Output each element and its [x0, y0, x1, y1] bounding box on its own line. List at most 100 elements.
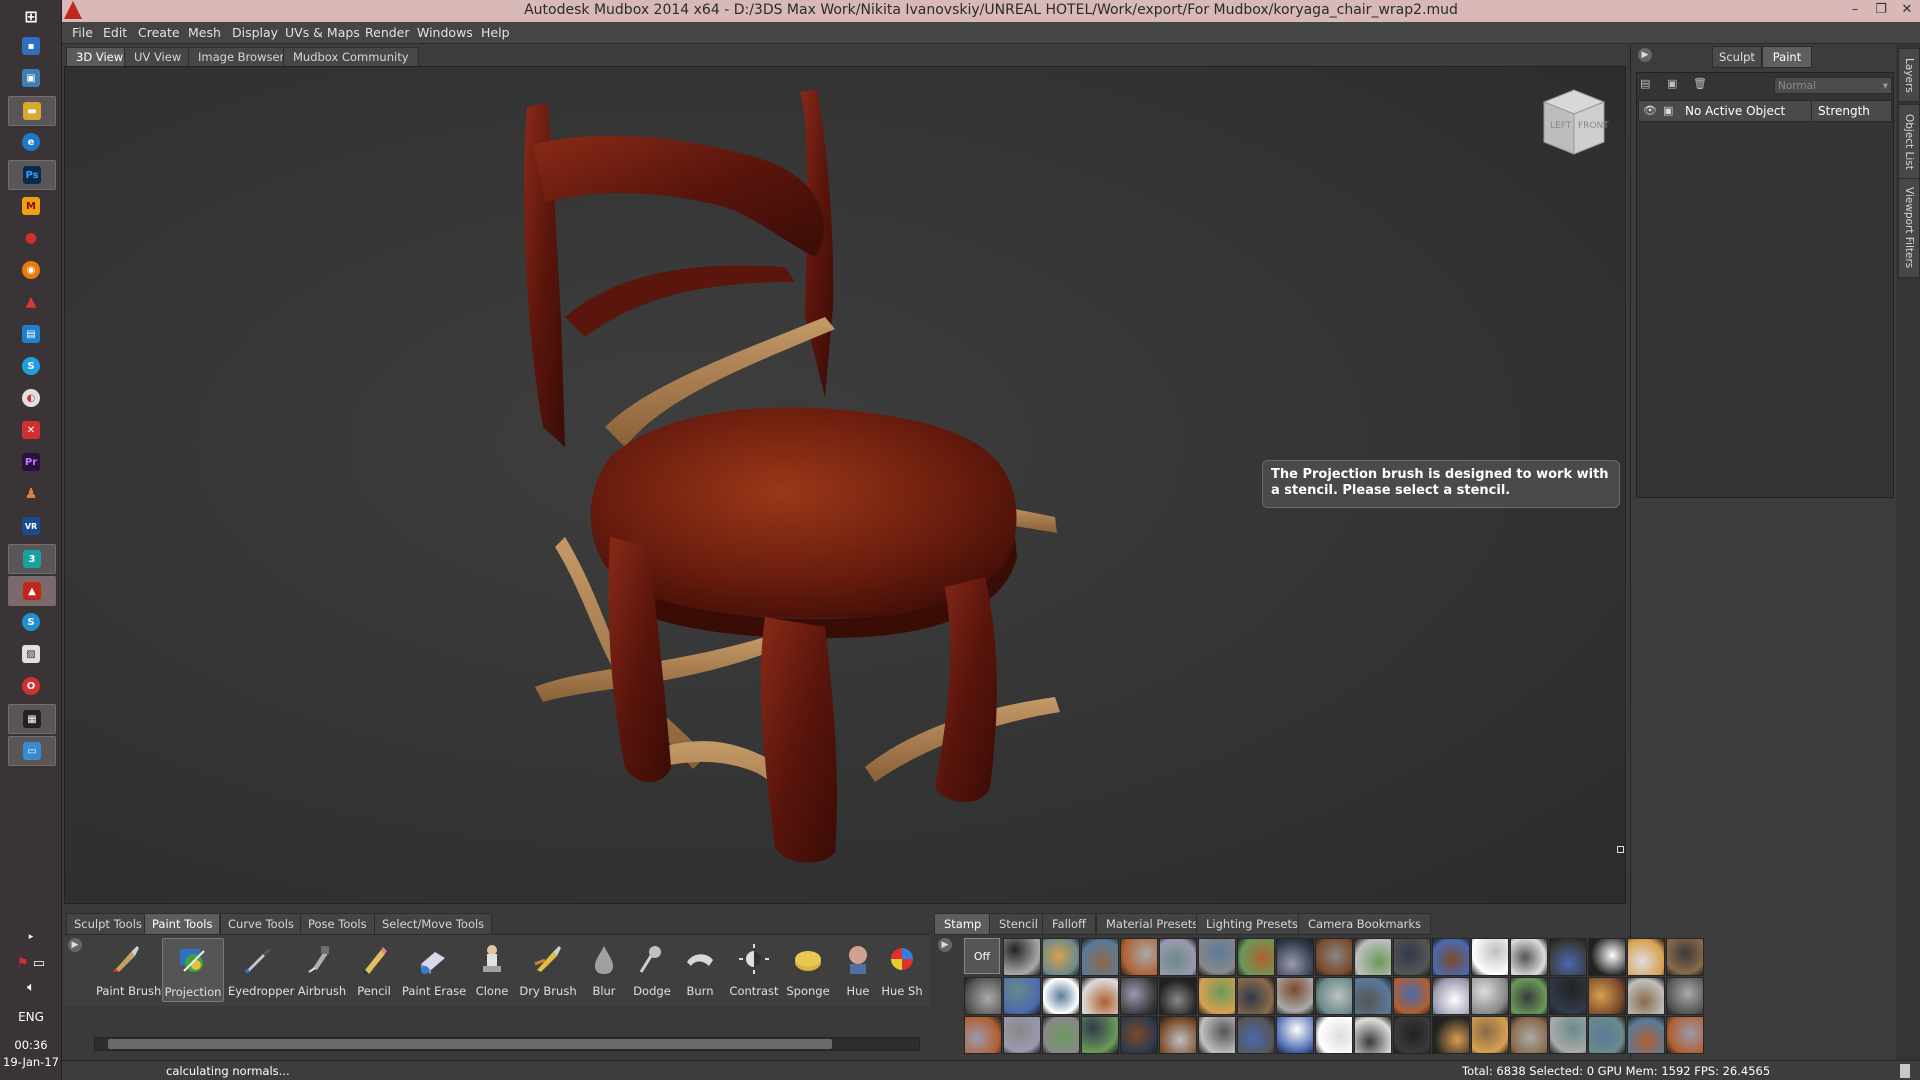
stamp-thumbnail[interactable] — [1120, 1016, 1158, 1054]
stamp-thumbnail[interactable] — [1471, 938, 1509, 976]
stamp-thumbnail[interactable] — [1081, 938, 1119, 976]
new-layer-icon[interactable]: ▤ — [1640, 77, 1654, 91]
taskbar-app-opera[interactable]: O — [8, 672, 54, 700]
taskbar-app-record[interactable]: ● — [8, 224, 54, 252]
lock-icon[interactable]: ▣ — [1663, 104, 1673, 117]
duplicate-layer-icon[interactable]: ▣ — [1667, 77, 1681, 91]
stamp-thumbnail[interactable] — [1120, 977, 1158, 1015]
stamp-thumbnail[interactable] — [1510, 977, 1548, 1015]
tool-dry-brush[interactable]: Dry Brush — [518, 938, 578, 1000]
stamp-thumbnail[interactable] — [1120, 938, 1158, 976]
taskbar-app-window[interactable]: ▭ — [8, 736, 56, 766]
stamp-thumbnail[interactable] — [1588, 977, 1626, 1015]
tab-camera-bookmarks[interactable]: Camera Bookmarks — [1298, 913, 1432, 935]
stamp-thumbnail[interactable] — [1549, 977, 1587, 1015]
taskbar-app-chat[interactable]: ◐ — [8, 384, 54, 412]
tool-pencil[interactable]: Pencil — [344, 938, 404, 1000]
menu-uvs-maps[interactable]: UVs & Maps — [285, 25, 360, 40]
eye-icon[interactable]: 👁︎ — [1643, 104, 1657, 117]
stamp-thumbnail[interactable] — [1666, 938, 1704, 976]
language-indicator[interactable]: ENG — [0, 1010, 62, 1024]
tab-mudbox-community[interactable]: Mudbox Community — [283, 47, 419, 66]
stamp-thumbnail[interactable] — [1042, 977, 1080, 1015]
stamp-thumbnail[interactable] — [1276, 977, 1314, 1015]
tool-tray-scrollbar-thumb[interactable] — [108, 1039, 832, 1049]
stamp-tray-collapse-icon[interactable]: ▶ — [938, 938, 952, 952]
tab-lighting-presets[interactable]: Lighting Presets — [1196, 913, 1308, 935]
stamp-thumbnail[interactable] — [1315, 938, 1353, 976]
stamp-thumbnail[interactable] — [1003, 938, 1041, 976]
tab-object-list[interactable]: Object List — [1898, 104, 1920, 180]
stamp-thumbnail[interactable] — [1159, 977, 1197, 1015]
taskbar-app-blender[interactable]: ◉ — [8, 256, 54, 284]
restore-button[interactable]: ❐ — [1868, 1, 1894, 19]
stamp-thumbnail[interactable] — [1198, 1016, 1236, 1054]
stamp-thumbnail[interactable] — [1627, 938, 1665, 976]
stamp-thumbnail[interactable] — [1666, 1016, 1704, 1054]
tool-projection[interactable]: Projection — [162, 938, 224, 1002]
menu-help[interactable]: Help — [481, 25, 510, 40]
tab-sculpt-mode[interactable]: Sculpt — [1712, 46, 1762, 68]
tab-uv-view[interactable]: UV View — [124, 47, 192, 66]
stamp-thumbnail[interactable] — [1237, 938, 1275, 976]
stamp-thumbnail[interactable] — [1276, 938, 1314, 976]
menu-edit[interactable]: Edit — [103, 25, 127, 40]
stamp-thumbnail[interactable] — [1003, 977, 1041, 1015]
stamp-thumbnail[interactable] — [1354, 977, 1392, 1015]
tab-pose-tools[interactable]: Pose Tools — [300, 913, 375, 935]
stamp-thumbnail[interactable] — [1042, 938, 1080, 976]
taskbar-app-photo[interactable]: ▦ — [8, 704, 56, 734]
stamp-thumbnail[interactable] — [964, 1016, 1002, 1054]
tool-tray-collapse-icon[interactable]: ▶ — [68, 938, 82, 952]
blend-mode-select[interactable]: Normal ▾ — [1774, 77, 1892, 94]
tray-chevron-icon[interactable]: ▸ — [0, 932, 62, 942]
menu-file[interactable]: File — [72, 25, 93, 40]
start-button[interactable]: ⊞ — [8, 2, 54, 30]
stamp-thumbnail[interactable] — [1432, 938, 1470, 976]
clock-date[interactable]: 19-Jan-17 — [0, 1055, 62, 1069]
stamp-thumbnail[interactable] — [1432, 1016, 1470, 1054]
stamp-thumbnail[interactable] — [1081, 977, 1119, 1015]
stamp-thumbnail[interactable] — [1237, 977, 1275, 1015]
tab-select-move-tools[interactable]: Select/Move Tools — [374, 913, 493, 935]
tool-clone[interactable]: Clone — [462, 938, 522, 1000]
stamp-thumbnail[interactable] — [1159, 938, 1197, 976]
taskbar-app-vray[interactable]: VR — [8, 512, 54, 540]
taskbar-app-network[interactable]: ▣ — [8, 64, 54, 92]
delete-layer-icon[interactable]: 🗑︎ — [1693, 77, 1707, 91]
taskbar-app-premiere[interactable]: Pr — [8, 448, 54, 476]
taskbar-app-image[interactable]: ▨ — [8, 640, 54, 668]
stamp-thumbnail[interactable] — [1237, 1016, 1275, 1054]
tab-sculpt-tools[interactable]: Sculpt Tools — [66, 913, 150, 935]
menu-render[interactable]: Render — [365, 25, 410, 40]
tab-viewport-filters[interactable]: Viewport Filters — [1898, 178, 1920, 278]
stamp-thumbnail[interactable] — [1393, 977, 1431, 1015]
tool-airbrush[interactable]: Airbrush — [292, 938, 352, 1000]
taskbar-app-photoshop[interactable]: Ps — [8, 160, 56, 190]
taskbar-app-m[interactable]: M — [8, 192, 54, 220]
view-cube[interactable]: LEFT FRONT — [1536, 84, 1612, 160]
tray-flag-icon[interactable]: ⚑ ▭ — [0, 956, 62, 971]
tool-contrast[interactable]: Contrast — [724, 938, 784, 1000]
stamp-thumbnail[interactable] — [1471, 977, 1509, 1015]
stamp-thumbnail[interactable] — [1627, 1016, 1665, 1054]
tool-paint-brush[interactable]: Paint Brush — [96, 938, 161, 1000]
taskbar-app-character[interactable]: ♟ — [8, 480, 54, 508]
taskbar-app-mudbox[interactable]: ▲ — [8, 576, 56, 606]
tab-material-presets[interactable]: Material Presets — [1096, 913, 1209, 935]
close-button[interactable]: ✕ — [1894, 1, 1920, 19]
taskbar-app-save[interactable]: ▪ — [8, 32, 54, 60]
stamp-thumbnail[interactable] — [1510, 938, 1548, 976]
taskbar-app-x[interactable]: ✕ — [8, 416, 54, 444]
clock-time[interactable]: 00:36 — [0, 1038, 62, 1052]
stamp-thumbnail[interactable] — [1081, 1016, 1119, 1054]
viewcube-left-label[interactable]: LEFT — [1550, 121, 1572, 131]
minimize-button[interactable]: – — [1842, 1, 1868, 19]
tab-layers[interactable]: Layers — [1898, 48, 1920, 102]
tab-image-browser[interactable]: Image Browser — [188, 47, 295, 66]
tab-falloff[interactable]: Falloff — [1042, 913, 1096, 935]
stamp-thumbnail[interactable] — [1471, 1016, 1509, 1054]
stamp-thumbnail[interactable] — [1003, 1016, 1041, 1054]
taskbar-app-3dsmax[interactable]: 3 — [8, 544, 56, 574]
stamp-thumbnail[interactable] — [1276, 1016, 1314, 1054]
